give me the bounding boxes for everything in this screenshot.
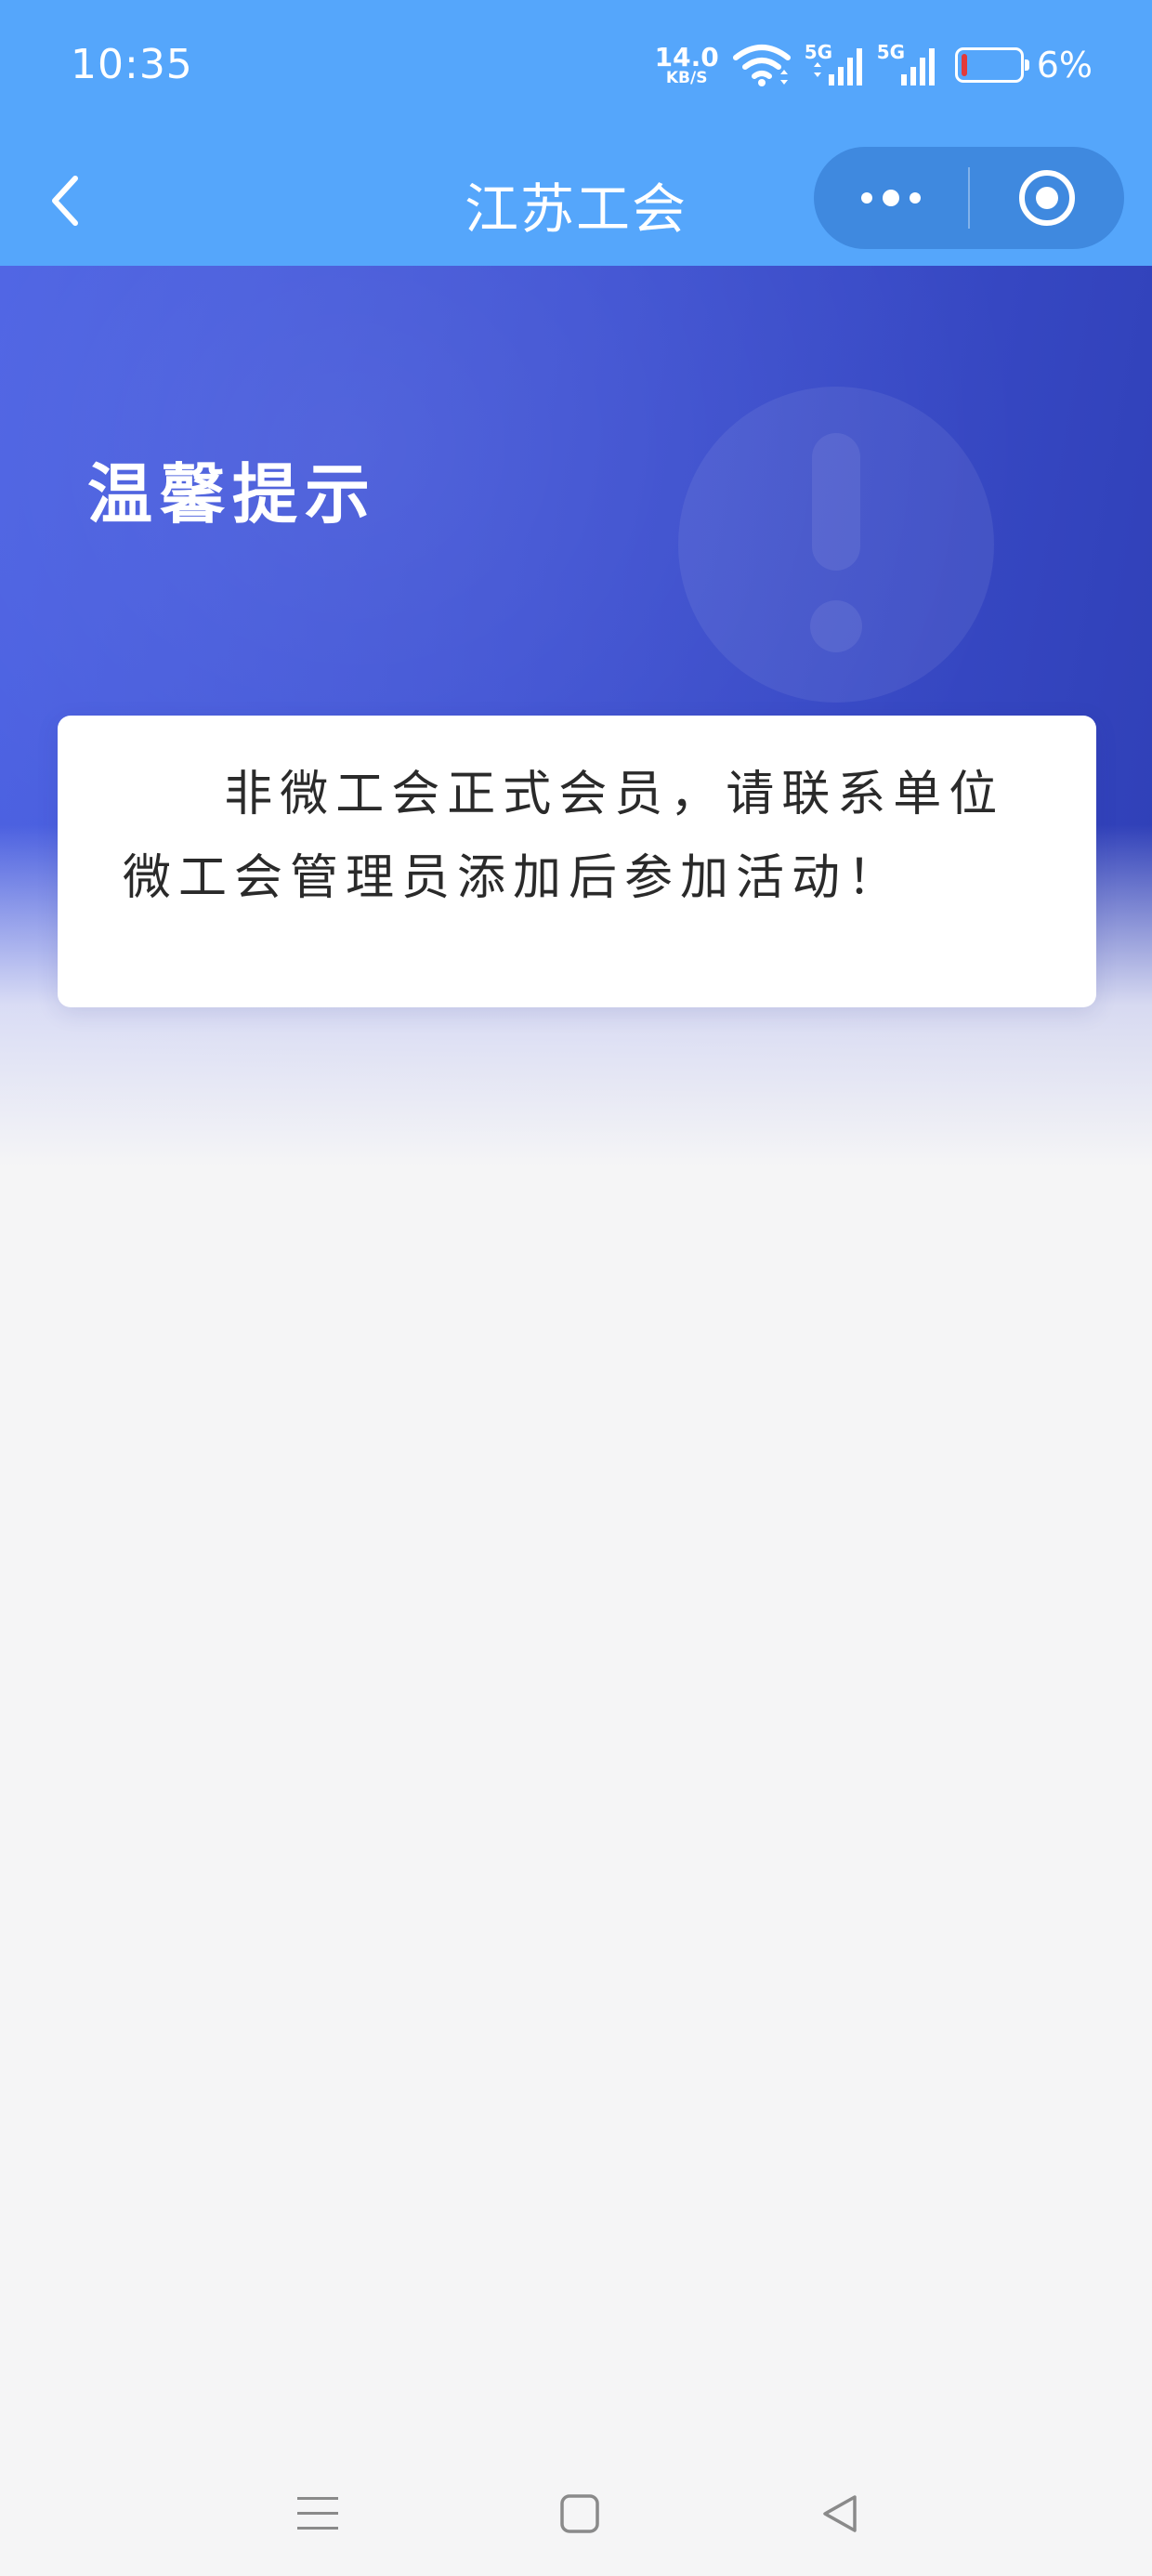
back-triangle-icon <box>823 2495 857 2532</box>
exclamation-icon <box>678 387 994 703</box>
mini-program-capsule <box>814 147 1124 249</box>
network-speed-unit: KB/S <box>665 68 708 87</box>
status-bar: 10:35 14.0 KB/S 5G 5G 6% <box>0 0 1152 139</box>
system-back-button[interactable] <box>803 2481 877 2546</box>
network-speed-value: 14.0 <box>654 41 719 72</box>
signal-icon-2: 5G <box>877 41 936 89</box>
network-speed: 14.0 KB/S <box>654 41 719 87</box>
target-close-icon <box>1019 170 1075 226</box>
hero-title: 温馨提示 <box>87 456 377 532</box>
menu-button[interactable] <box>281 2481 355 2546</box>
home-icon <box>560 2494 599 2533</box>
message-text: 非微工会正式会员，请联系单位微工会管理员添加后参加活动！ <box>123 767 1005 906</box>
battery-icon <box>954 47 1029 83</box>
system-nav-bar <box>0 2453 1152 2576</box>
top-bar: 10:35 14.0 KB/S 5G 5G 6% 江苏工会 <box>0 0 1152 266</box>
close-mini-program-button[interactable] <box>970 147 1124 249</box>
nav-bar: 江苏工会 <box>0 139 1152 266</box>
wifi-icon <box>732 45 791 86</box>
menu-icon <box>297 2497 338 2530</box>
message-card: 非微工会正式会员，请联系单位微工会管理员添加后参加活动！ <box>58 716 1096 1007</box>
battery-level <box>961 54 967 76</box>
battery-percent: 6% <box>1036 45 1093 85</box>
status-time: 10:35 <box>71 41 193 88</box>
home-button[interactable] <box>543 2481 617 2546</box>
signal-icon: 5G <box>805 41 864 89</box>
more-dots-icon <box>861 190 921 206</box>
more-button[interactable] <box>814 147 968 249</box>
status-icons: 14.0 KB/S 5G 5G 6% <box>655 37 1093 93</box>
